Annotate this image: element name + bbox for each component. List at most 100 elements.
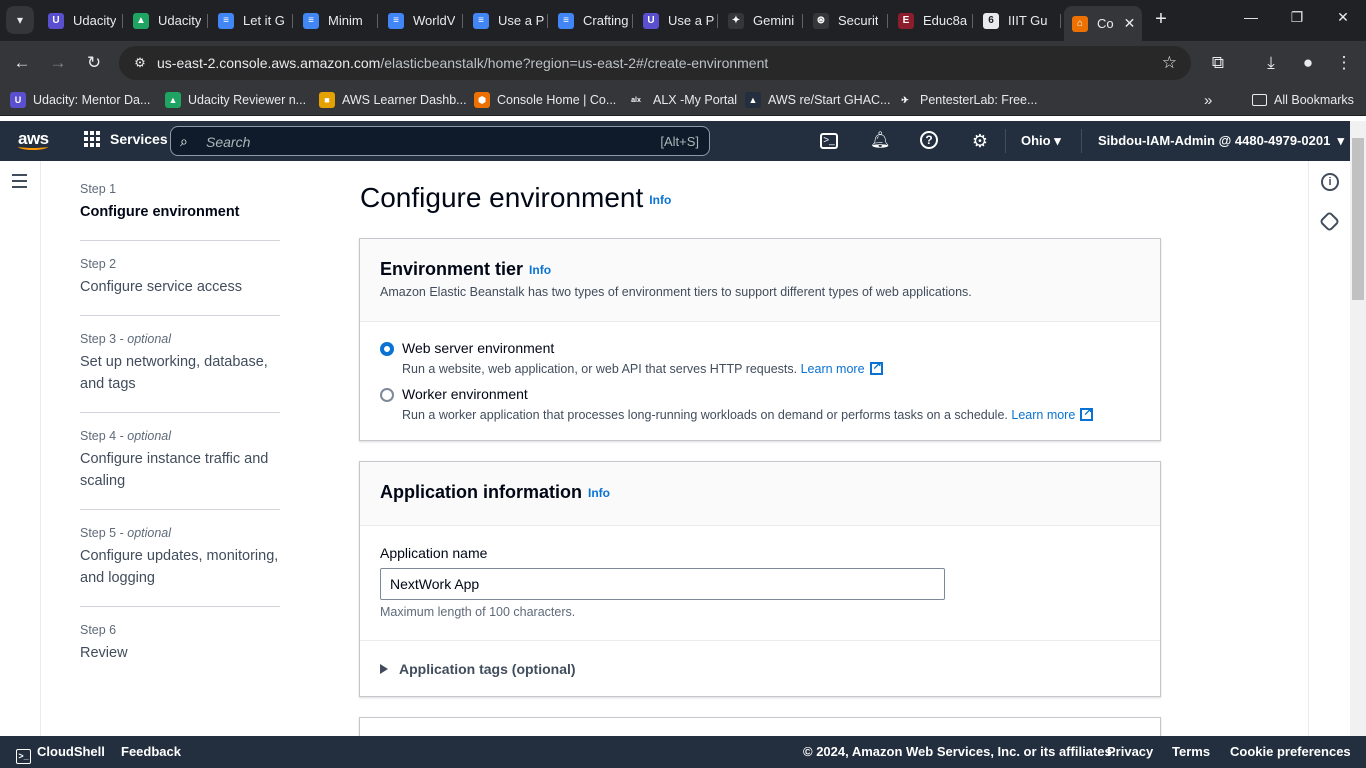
browser-tab[interactable]: ≡ WorldV <box>380 6 463 35</box>
browser-toolbar: ← → ↻ ⚙ us-east-2.console.aws.amazon.com… <box>0 41 1366 84</box>
account-menu[interactable]: Sibdou-IAM-Admin @ 4480-4979-0201 ▾ <box>1098 133 1344 149</box>
browser-tab[interactable]: ≡ Crafting <box>550 6 633 35</box>
profile-avatar[interactable]: ● <box>1296 51 1320 75</box>
forward-icon[interactable]: → <box>46 51 70 75</box>
minimize-icon[interactable]: — <box>1241 9 1261 25</box>
cloudshell-icon[interactable]: >_ <box>820 133 838 149</box>
services-menu-button[interactable]: Services <box>84 131 168 147</box>
bookmark-item[interactable]: ▲ Udacity Reviewer n... <box>165 91 306 109</box>
search-input[interactable]: ⌕ Search [Alt+S] <box>170 126 710 156</box>
google-drive-icon: ▲ <box>165 92 181 108</box>
browser-tab[interactable]: ≡ Let it G <box>210 6 293 35</box>
info-panel-icon[interactable]: i <box>1321 173 1339 191</box>
close-window-icon[interactable]: ✕ <box>1333 9 1353 26</box>
application-tags-expander[interactable]: Application tags (optional) <box>380 661 576 677</box>
bookmark-label: PentesterLab: Free... <box>920 93 1038 107</box>
aws-box-icon: ■ <box>319 92 335 108</box>
feedback-button[interactable]: Feedback <box>121 744 181 759</box>
back-icon[interactable]: ← <box>10 51 34 75</box>
hexagon-help-icon[interactable] <box>1318 210 1341 233</box>
search-placeholder: Search <box>206 134 251 150</box>
caret-down-icon: ▾ <box>1337 133 1345 148</box>
search-icon: ⌕ <box>180 133 188 149</box>
worker-option[interactable]: Worker environment Run a worker applicat… <box>380 386 1094 422</box>
browser-tab[interactable]: ✦ Gemini <box>720 6 803 35</box>
cloudshell-button[interactable]: >_ CloudShell <box>16 744 105 764</box>
aws-logo[interactable]: aws <box>18 129 49 150</box>
browser-tab[interactable]: E Educ8a <box>890 6 973 35</box>
url-text[interactable]: us-east-2.console.aws.amazon.com/elastic… <box>157 55 768 71</box>
terms-link[interactable]: Terms <box>1172 744 1210 759</box>
browser-tab[interactable]: ⌂ Co ✕ <box>1064 6 1142 41</box>
educ8a-icon: E <box>898 12 914 29</box>
restore-icon[interactable]: ❐ <box>1287 9 1307 26</box>
tab-search-button[interactable]: ▾ <box>6 6 34 34</box>
browser-tab[interactable]: U Use a P <box>635 6 718 35</box>
region-selector[interactable]: Ohio ▾ <box>1021 133 1061 149</box>
new-tab-button[interactable]: + <box>1150 8 1172 30</box>
more-bookmarks-icon[interactable]: » <box>1204 91 1212 109</box>
reload-icon[interactable]: ↻ <box>82 51 106 75</box>
environment-tier-info-link[interactable]: Info <box>529 263 551 277</box>
site-info-icon[interactable]: ⚙ <box>131 54 149 72</box>
worker-radio[interactable] <box>380 388 394 402</box>
step-1[interactable]: Step 1 Configure environment <box>80 182 280 241</box>
grid-icon <box>84 131 100 147</box>
cookie-preferences-link[interactable]: Cookie preferences <box>1230 744 1351 759</box>
step-2[interactable]: Step 2 Configure service access <box>80 257 280 316</box>
application-information-info-link[interactable]: Info <box>588 486 610 500</box>
download-icon[interactable]: ⤓ <box>1259 51 1283 75</box>
bookmark-item[interactable]: ■ AWS Learner Dashb... <box>319 91 467 109</box>
bookmark-item[interactable]: ⬢ Console Home | Co... <box>474 91 616 109</box>
all-bookmarks-button[interactable]: All Bookmarks <box>1252 91 1354 109</box>
close-tab-icon[interactable]: ✕ <box>1124 15 1136 32</box>
side-navigation-rail <box>0 161 41 736</box>
pentesterlab-icon: ✈ <box>897 92 913 108</box>
notifications-bell-icon[interactable]: 🔔︎ <box>870 131 890 151</box>
bookmark-star-icon[interactable]: ☆ <box>1162 53 1177 73</box>
browser-tab[interactable]: U Udacity <box>40 6 123 35</box>
step-5[interactable]: Step 5 - optional Configure updates, mon… <box>80 526 280 607</box>
browser-tab-title: Use a P <box>668 13 715 28</box>
bookmark-label: AWS Learner Dashb... <box>342 93 467 107</box>
page-info-link[interactable]: Info <box>649 193 671 207</box>
browser-tab-title: Gemini <box>753 13 795 28</box>
worker-learn-more-link[interactable]: Learn more <box>1011 408 1075 422</box>
web-server-option[interactable]: Web server environment Run a website, we… <box>380 340 883 376</box>
web-server-label[interactable]: Web server environment <box>402 340 883 356</box>
page-scrollbar[interactable] <box>1350 121 1366 736</box>
scrollbar-thumb[interactable] <box>1352 138 1364 300</box>
bookmark-item[interactable]: alx ALX -My Portal <box>626 91 737 109</box>
help-icon[interactable]: ? <box>920 131 938 149</box>
step-4[interactable]: Step 4 - optional Configure instance tra… <box>80 429 280 510</box>
bookmark-label: ALX -My Portal <box>653 93 738 107</box>
worker-label[interactable]: Worker environment <box>402 386 1093 402</box>
web-server-radio[interactable] <box>380 342 394 356</box>
browser-tab[interactable]: ⊛ Securit <box>805 6 888 35</box>
page-title-text: Configure environment <box>360 182 644 213</box>
browser-tab[interactable]: ▲ Udacity <box>125 6 208 35</box>
bookmark-item[interactable]: ✈ PentesterLab: Free... <box>897 91 1037 109</box>
bookmark-item[interactable]: U Udacity: Mentor Da... <box>10 91 150 109</box>
step-number: Step 1 <box>80 182 117 196</box>
cloudshell-icon: >_ <box>16 749 31 764</box>
browser-tab[interactable]: 6 IIIT Gu <box>975 6 1061 35</box>
step-3[interactable]: Step 3 - optional Set up networking, dat… <box>80 332 280 413</box>
worker-desc: Run a worker application that processes … <box>402 405 1094 422</box>
browser-tab[interactable]: ≡ Use a P <box>465 6 548 35</box>
web-server-learn-more-link[interactable]: Learn more <box>801 362 865 376</box>
privacy-link[interactable]: Privacy <box>1107 744 1153 759</box>
browser-tab[interactable]: ≡ Minim <box>295 6 378 35</box>
browser-tab-title: Udacity <box>158 13 202 28</box>
browser-tab-strip: ▾ U Udacity ▲ Udacity ≡ Let it G ≡ Minim ≡ WorldV… <box>0 0 1366 41</box>
extensions-icon[interactable]: ⧉ <box>1206 51 1230 75</box>
menu-hamburger-icon[interactable] <box>12 174 27 192</box>
settings-gear-icon[interactable]: ⚙ <box>970 131 990 151</box>
step-title: Configure updates, monitoring, and loggi… <box>80 548 279 586</box>
bookmark-item[interactable]: ▲ AWS re/Start GHAC... <box>745 91 890 109</box>
step-6[interactable]: Step 6 Review <box>80 623 280 664</box>
application-name-input[interactable] <box>380 568 945 600</box>
search-shortcut: [Alt+S] <box>660 134 699 149</box>
address-bar[interactable]: ⚙ us-east-2.console.aws.amazon.com/elast… <box>119 46 1191 80</box>
browser-menu-icon[interactable]: ⋮ <box>1332 51 1356 75</box>
